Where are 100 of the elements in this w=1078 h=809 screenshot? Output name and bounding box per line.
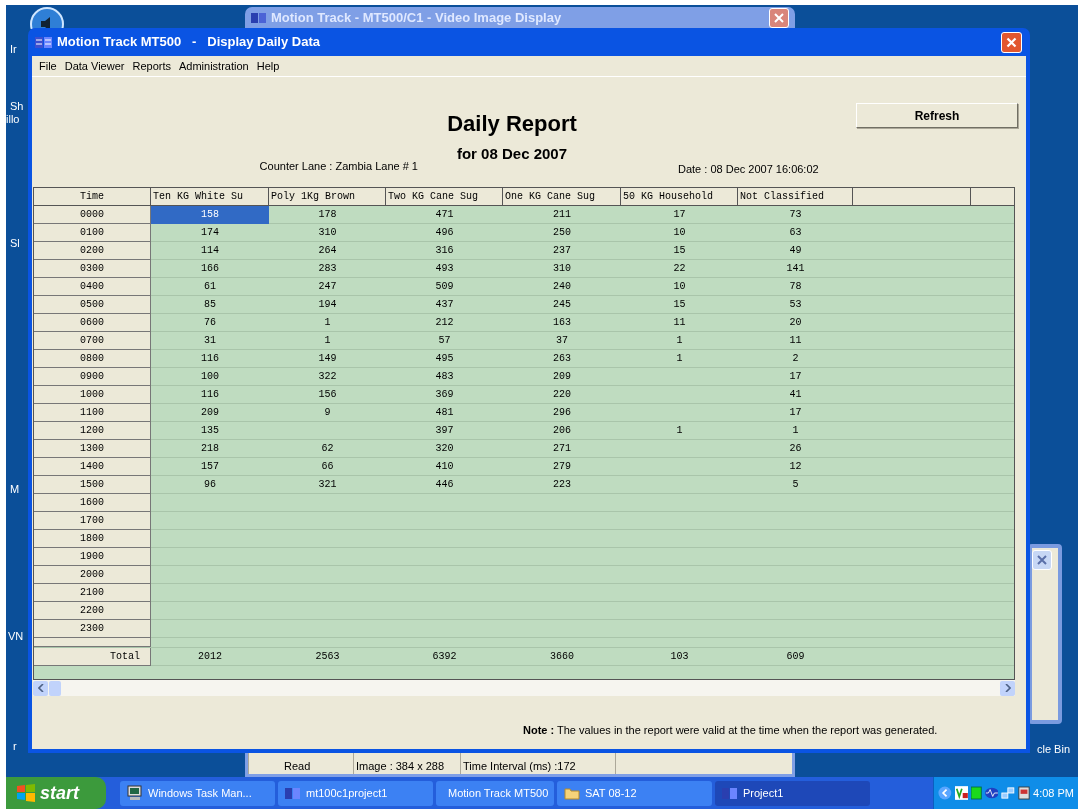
table-cell-text: 178 — [317, 208, 338, 222]
table-cell-text: 316 — [434, 244, 455, 258]
column-header[interactable]: Poly 1Kg Brown — [269, 188, 386, 205]
horizontal-scrollbar[interactable] — [33, 680, 1015, 696]
chevron-left-icon[interactable] — [938, 785, 952, 801]
scroll-right-button[interactable] — [1000, 680, 1015, 696]
time-cell: 2000 — [34, 566, 151, 584]
time-cell: 1300 — [34, 440, 151, 458]
table-cell-text: 310 — [317, 226, 338, 240]
table-cell-text: 310 — [552, 262, 572, 276]
desktop-icon-label[interactable]: Ir — [10, 44, 17, 55]
time-cell: 2300 — [34, 620, 151, 638]
speaker-icon[interactable] — [30, 7, 64, 29]
date-label: Date : 08 Dec 2007 16:06:02 — [678, 162, 819, 177]
desktop-icon-label[interactable]: r — [13, 741, 17, 752]
close-icon — [774, 13, 784, 23]
table-cell-text: 5 — [791, 478, 800, 492]
table-cell-text: 264 — [317, 244, 338, 258]
desktop-icon-label[interactable]: cle Bin — [1037, 744, 1071, 755]
menu-item[interactable]: Reports — [128, 57, 175, 75]
scroll-thumb[interactable] — [49, 680, 61, 696]
table-cell-text: 471 — [434, 208, 455, 222]
network-icon[interactable] — [1001, 785, 1015, 801]
table-cell-text: 174 — [200, 226, 220, 240]
table-cell-text: 223 — [552, 478, 572, 492]
tray-app-icon[interactable] — [954, 785, 969, 801]
clock: 4:08 PM — [1033, 785, 1074, 801]
time-cell: 1200 — [34, 422, 151, 440]
desktop-icon-label[interactable]: illo — [6, 114, 20, 125]
table-cell-text: 17 — [672, 208, 687, 222]
menu-item[interactable]: Data Viewer — [60, 57, 129, 75]
table-cell-text: 41 — [788, 388, 803, 402]
start-button[interactable]: start — [6, 777, 106, 809]
taskbar-button[interactable]: SAT 08-12 — [557, 780, 712, 806]
table-cell-text: 116 — [200, 388, 220, 402]
table-cell-text: 495 — [434, 352, 455, 366]
column-header[interactable]: Not Classified — [738, 188, 853, 205]
table-cell-text: 163 — [552, 316, 572, 330]
table-cell-text: 509 — [434, 280, 455, 294]
taskbar-button[interactable]: Project1 — [715, 780, 870, 806]
table-cell-text: 322 — [317, 370, 338, 384]
time-cell: 0500 — [34, 296, 151, 314]
table-cell-text: 483 — [434, 370, 455, 384]
table-cell-text: 9 — [323, 406, 332, 420]
app-icon — [35, 35, 53, 49]
scroll-left-button[interactable] — [33, 680, 48, 696]
desktop-icon-label[interactable]: Sl — [10, 238, 20, 249]
taskbar-button[interactable]: Motion Track MT500 — [436, 780, 554, 806]
table-cell-text: 209 — [552, 370, 572, 384]
time-cell: 1400 — [34, 458, 151, 476]
report-subtitle: for 08 Dec 2007 — [456, 146, 568, 161]
column-header[interactable]: Time — [34, 188, 151, 205]
menu-item[interactable]: File — [35, 57, 61, 75]
table-cell-text: 1 — [675, 352, 684, 366]
table-cell-text: 2 — [791, 352, 800, 366]
menu-item[interactable]: Administration — [175, 57, 253, 75]
column-header[interactable]: Two KG Cane Sug — [386, 188, 503, 205]
table-cell-text: 6392 — [431, 650, 458, 664]
app-icon — [251, 12, 267, 24]
close-button[interactable] — [1001, 31, 1022, 53]
time-cell: 0100 — [34, 224, 151, 242]
table-cell-text: 22 — [672, 262, 687, 276]
folder-icon — [564, 786, 580, 800]
table-cell-text: 78 — [788, 280, 803, 294]
desktop-icon-label[interactable]: M — [10, 484, 20, 495]
total-label: Total — [34, 648, 151, 666]
desktop-icon-label[interactable]: Sh — [10, 101, 24, 112]
table-cell-text: 61 — [203, 280, 217, 294]
table-cell-text: 247 — [317, 280, 338, 294]
table-cell-text: 250 — [552, 226, 572, 240]
close-button[interactable] — [769, 8, 789, 28]
network-activity-icon[interactable] — [984, 786, 999, 800]
refresh-button[interactable]: Refresh — [856, 103, 1018, 128]
tray-app-icon[interactable] — [1018, 785, 1030, 801]
column-header[interactable]: Ten KG White Su — [151, 188, 269, 205]
table-cell-text: 49 — [788, 244, 803, 258]
table-cell-text: 26 — [788, 442, 803, 456]
taskbar-button[interactable]: mt100c1project1 — [278, 780, 433, 806]
table-cell-text: 320 — [434, 442, 455, 456]
app-icon — [285, 786, 301, 800]
window-title: Motion Track - MT500/C1 - Video Image Display — [271, 9, 562, 28]
column-header[interactable]: One KG Cane Sug — [503, 188, 621, 205]
table-cell-text: 149 — [317, 352, 338, 366]
table-cell-text: 3660 — [549, 650, 575, 664]
table-cell-text: 53 — [788, 298, 803, 312]
menu-item[interactable]: Help — [252, 57, 284, 75]
column-header[interactable]: 50 KG Household — [621, 188, 738, 205]
table-cell-text: 321 — [317, 478, 338, 492]
tray-app-icon[interactable] — [971, 786, 982, 800]
table-cell-text: 446 — [434, 478, 455, 492]
time-cell: 1500 — [34, 476, 151, 494]
table-cell-text: 15 — [672, 244, 687, 258]
table-cell-text: 11 — [672, 316, 687, 330]
table-cell-text: 245 — [552, 298, 572, 312]
table-cell-text: 237 — [552, 244, 572, 258]
close-icon[interactable] — [1037, 555, 1047, 565]
taskbar-button[interactable]: Windows Task Man... — [120, 780, 275, 806]
table-cell-text: 609 — [785, 650, 806, 664]
desktop-icon-label[interactable]: VN — [8, 631, 24, 642]
table-cell-text: 116 — [200, 352, 220, 366]
